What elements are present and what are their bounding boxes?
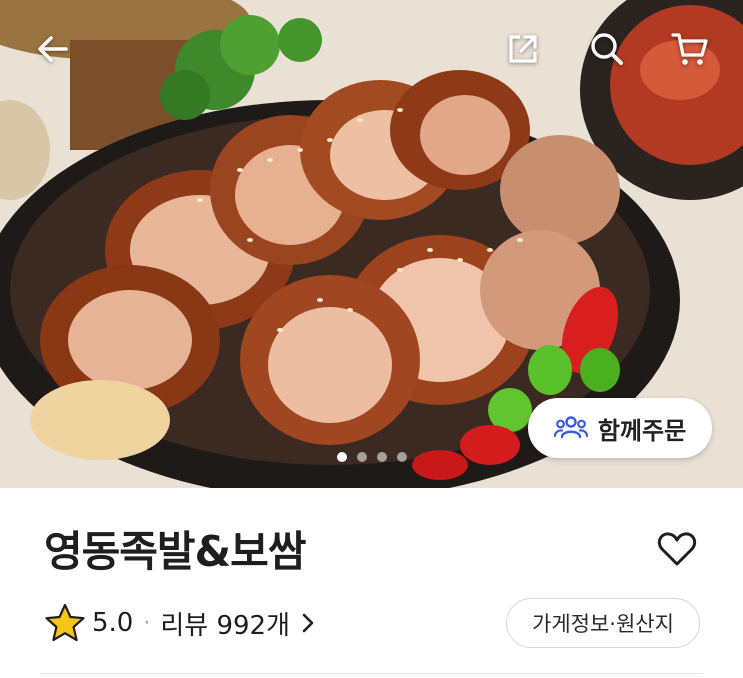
arrow-left-icon — [38, 36, 68, 62]
favorite-button[interactable] — [652, 524, 702, 574]
search-button[interactable] — [582, 24, 632, 74]
hero-image[interactable]: 함께주문 — [0, 0, 743, 488]
top-bar — [0, 0, 743, 100]
carousel-dot[interactable] — [356, 452, 367, 462]
rating-row: 5.0 · 리뷰 992개 — [44, 600, 314, 646]
chevron-right-icon — [302, 613, 314, 633]
rating-score: 5.0 — [92, 608, 134, 638]
heart-icon — [657, 532, 697, 566]
review-link[interactable]: 리뷰 992개 — [160, 605, 314, 642]
together-order-label: 함께주문 — [597, 416, 687, 445]
carousel-dot[interactable] — [376, 452, 387, 462]
carousel-dot[interactable] — [336, 452, 347, 462]
star-icon — [45, 603, 85, 642]
search-icon — [591, 33, 623, 65]
people-group-icon — [553, 416, 588, 439]
back-button[interactable] — [28, 24, 78, 74]
cart-icon — [671, 33, 708, 65]
together-order-button[interactable]: 함께주문 — [528, 398, 712, 458]
separator-dot: · — [143, 610, 151, 636]
carousel-dot[interactable] — [396, 452, 407, 462]
review-count-label: 리뷰 992개 — [160, 610, 291, 641]
store-info-section: 영동족발&보쌈 5.0 · 리뷰 992개 가게정보·원산지 — [0, 488, 743, 678]
share-button[interactable] — [498, 24, 548, 74]
cart-button[interactable] — [665, 24, 715, 74]
store-info-origin-button[interactable]: 가게정보·원산지 — [506, 598, 700, 648]
share-icon — [509, 35, 537, 63]
divider — [40, 673, 703, 674]
store-name: 영동족발&보쌈 — [44, 527, 306, 576]
